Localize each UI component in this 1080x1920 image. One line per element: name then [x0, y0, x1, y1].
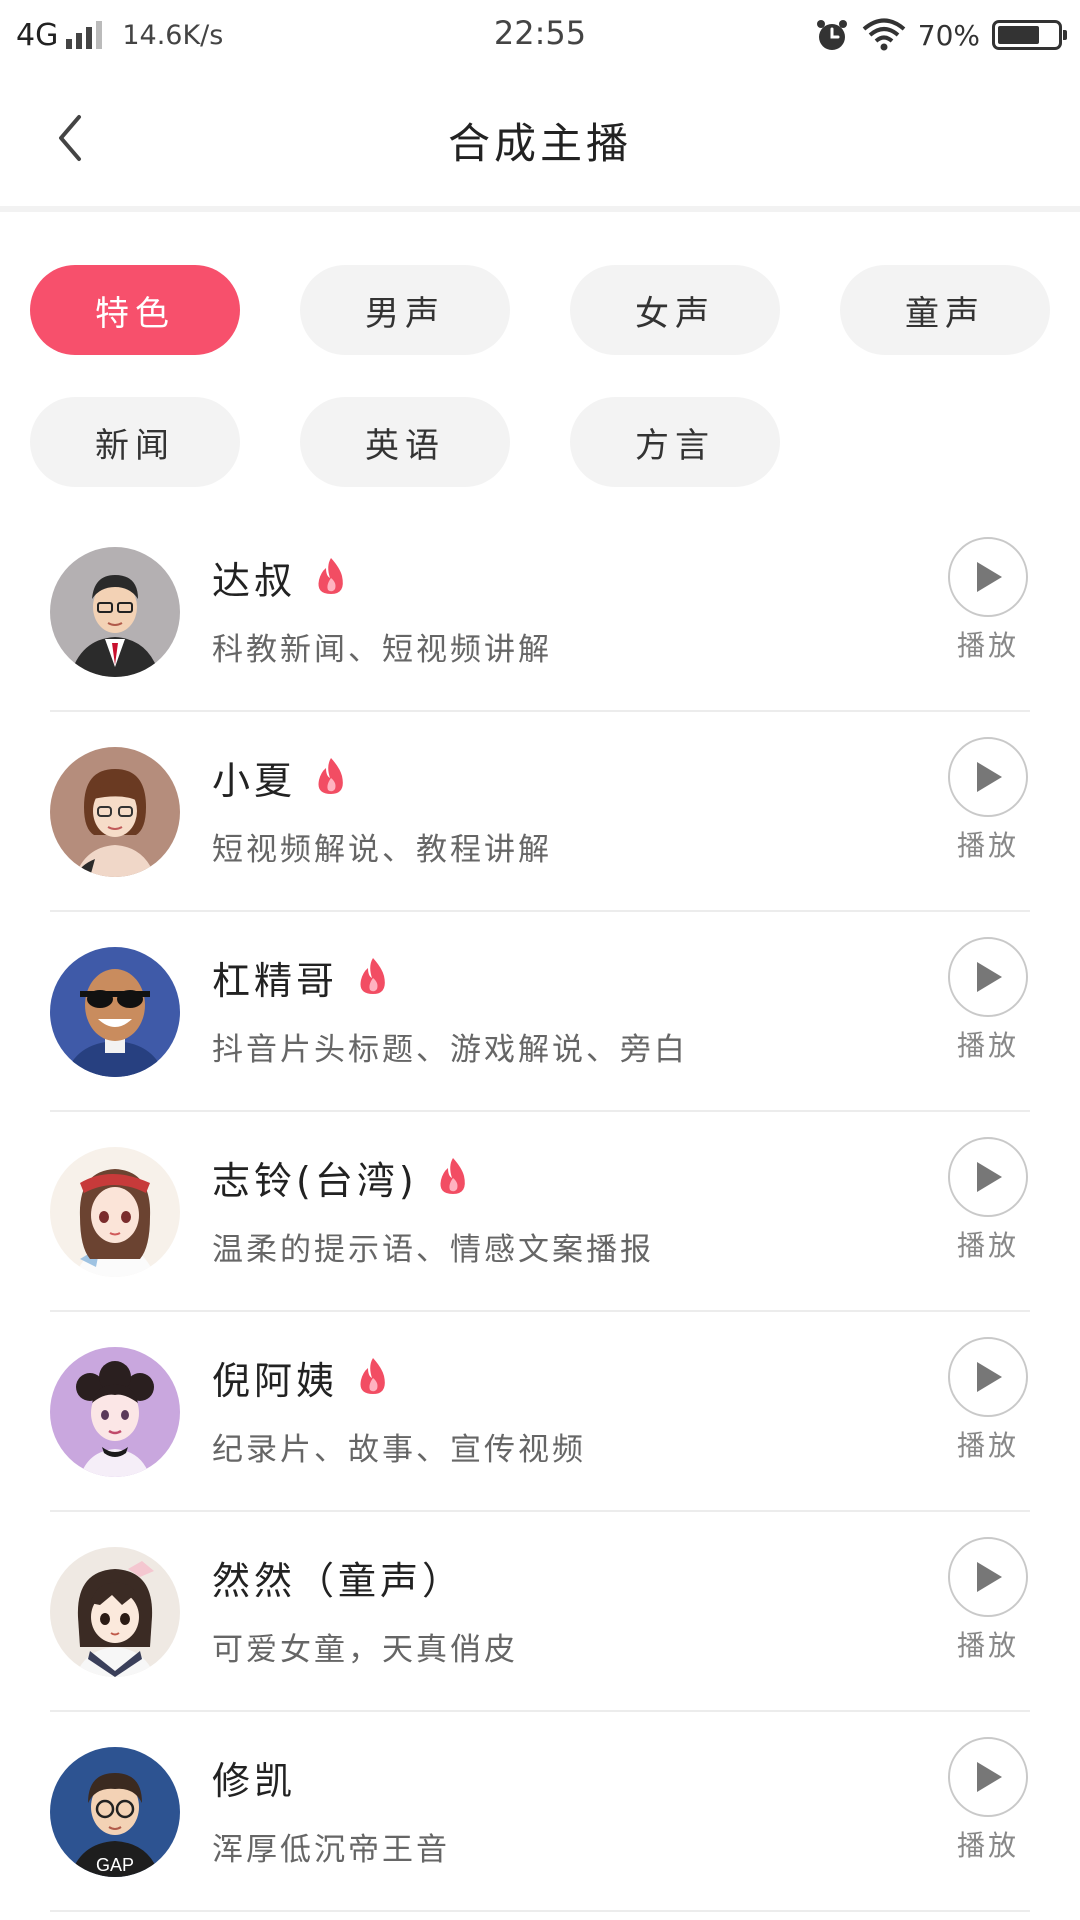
play-icon	[977, 562, 1002, 592]
battery-icon	[992, 20, 1067, 50]
anchor-description: 纪录片、故事、宣传视频	[212, 1432, 586, 1468]
avatar: GAP	[50, 1747, 180, 1877]
flame-icon	[314, 756, 348, 800]
alarm-icon	[816, 20, 847, 50]
category-tab-dialect[interactable]: 方言	[570, 397, 780, 487]
page-title: 合成主播	[447, 119, 632, 168]
category-tab-featured[interactable]: 特色	[30, 265, 240, 355]
category-tab-english[interactable]: 英语	[300, 397, 510, 487]
anchor-name: 小夏	[212, 759, 297, 803]
avatar	[50, 947, 180, 1077]
play-icon	[977, 1362, 1002, 1392]
anchor-description: 抖音片头标题、游戏解说、旁白	[212, 1032, 688, 1068]
header: 合成主播	[0, 70, 1080, 208]
anchor-name: 然然（童声）	[212, 1559, 465, 1603]
play-button[interactable]	[948, 537, 1028, 617]
flame-icon	[314, 556, 348, 600]
svg-text:GAP: GAP	[96, 1855, 134, 1875]
list-item[interactable]: 志铃(台湾) 温柔的提示语、情感文案播报 播放	[50, 1112, 1030, 1312]
status-bar: 4G 14.6K/s 22:55 70%	[0, 0, 1080, 70]
list-item[interactable]: GAP 修凯 浑厚低沉帝王音 播放	[50, 1712, 1030, 1912]
status-right: 70%	[814, 14, 1067, 56]
play-button[interactable]	[948, 737, 1028, 817]
category-tab-news[interactable]: 新闻	[30, 397, 240, 487]
avatar	[50, 1547, 180, 1677]
anchor-name-wrap: 然然（童声）	[212, 1550, 464, 1605]
play-icon	[977, 1762, 1002, 1792]
play-label[interactable]: 播放	[946, 1624, 1030, 1664]
play-icon	[977, 1562, 1002, 1592]
battery-percent: 70%	[917, 18, 980, 52]
play-label[interactable]: 播放	[946, 1224, 1030, 1264]
play-button[interactable]	[948, 1537, 1028, 1617]
anchor-name: 杠精哥	[212, 959, 339, 1003]
play-icon	[977, 962, 1002, 992]
play-label[interactable]: 播放	[946, 1024, 1030, 1064]
anchor-description: 浑厚低沉帝王音	[212, 1832, 450, 1868]
avatar	[50, 747, 180, 877]
anchor-description: 科教新闻、短视频讲解	[212, 632, 552, 668]
anchor-description: 短视频解说、教程讲解	[212, 832, 552, 868]
anchor-description: 可爱女童，天真俏皮	[212, 1632, 518, 1668]
play-label[interactable]: 播放	[946, 1424, 1030, 1464]
avatar	[50, 547, 180, 677]
list-item[interactable]: 杠精哥 抖音片头标题、游戏解说、旁白 播放	[50, 912, 1030, 1112]
anchor-name-wrap: 达叔	[212, 550, 348, 605]
play-button[interactable]	[948, 1737, 1028, 1817]
play-label[interactable]: 播放	[946, 624, 1030, 664]
list-item[interactable]: 然然（童声） 可爱女童，天真俏皮 播放	[50, 1512, 1030, 1712]
row-divider	[50, 1910, 1030, 1912]
play-button[interactable]	[948, 1137, 1028, 1217]
anchor-name-wrap: 修凯	[212, 1750, 296, 1805]
wifi-icon	[862, 18, 906, 51]
play-icon	[977, 1162, 1002, 1192]
play-button[interactable]	[948, 937, 1028, 1017]
anchor-name-wrap: 倪阿姨	[212, 1350, 390, 1405]
category-tab-female[interactable]: 女声	[570, 265, 780, 355]
flame-icon	[436, 1156, 470, 1200]
anchor-description: 温柔的提示语、情感文案播报	[212, 1232, 654, 1268]
anchor-name-wrap: 杠精哥	[212, 950, 390, 1005]
header-divider	[0, 206, 1080, 212]
play-icon	[977, 762, 1002, 792]
flame-icon	[356, 1356, 390, 1400]
avatar	[50, 1147, 180, 1277]
anchor-name: 志铃(台湾)	[212, 1159, 418, 1203]
anchor-name-wrap: 小夏	[212, 750, 348, 805]
anchor-name: 修凯	[212, 1759, 297, 1803]
list-item[interactable]: 小夏 短视频解说、教程讲解 播放	[50, 712, 1030, 912]
play-label[interactable]: 播放	[946, 824, 1030, 864]
anchor-name-wrap: 志铃(台湾)	[212, 1150, 470, 1205]
battery-fill	[998, 26, 1039, 44]
play-button[interactable]	[948, 1337, 1028, 1417]
list-item[interactable]: 倪阿姨 纪录片、故事、宣传视频 播放	[50, 1312, 1030, 1512]
play-label[interactable]: 播放	[946, 1824, 1030, 1864]
list-item[interactable]: 达叔 科教新闻、短视频讲解 播放	[50, 512, 1030, 712]
avatar	[50, 1347, 180, 1477]
category-tab-male[interactable]: 男声	[300, 265, 510, 355]
anchor-name: 倪阿姨	[212, 1359, 339, 1403]
category-tab-child[interactable]: 童声	[840, 265, 1050, 355]
flame-icon	[356, 956, 390, 1000]
anchor-name: 达叔	[212, 559, 297, 603]
